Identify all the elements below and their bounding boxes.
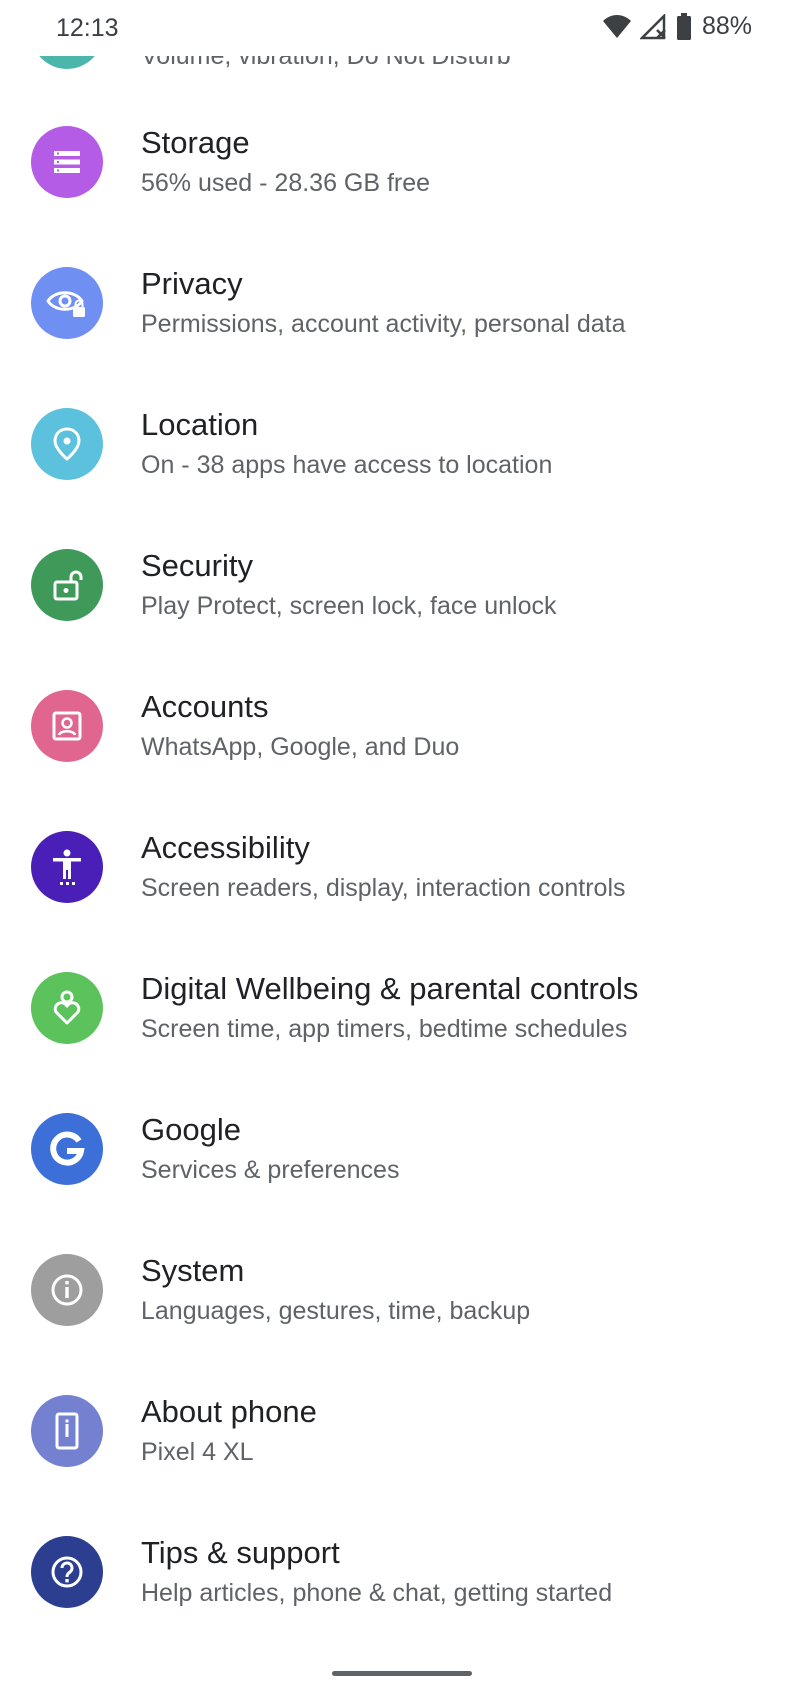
settings-item-subtitle: On - 38 apps have access to location [141, 451, 553, 479]
settings-item-subtitle: Languages, gestures, time, backup [141, 1297, 531, 1325]
settings-item-title: System [141, 1253, 245, 1288]
battery-percent: 88% [701, 12, 752, 40]
battery-icon [676, 12, 692, 41]
settings-item-subtitle: WhatsApp, Google, and Duo [141, 733, 460, 761]
settings-item-privacy[interactable]: Privacy Permissions, account activity, p… [0, 231, 800, 372]
status-time: 12:13 [56, 14, 119, 42]
account-box-icon [31, 690, 103, 762]
settings-item-tips-support[interactable]: Tips & support Help articles, phone & ch… [0, 1500, 800, 1641]
settings-item-title: Security [141, 548, 253, 583]
settings-item-google[interactable]: Google Services & preferences [0, 1077, 800, 1218]
settings-item-subtitle: Help articles, phone & chat, getting sta… [141, 1579, 613, 1607]
settings-item-subtitle: Screen readers, display, interaction con… [141, 874, 626, 902]
status-bar: 12:13 88% [0, 0, 800, 56]
gesture-nav-handle[interactable] [332, 1671, 472, 1676]
settings-item-title: Location [141, 407, 259, 442]
settings-item-about-phone[interactable]: About phone Pixel 4 XL [0, 1359, 800, 1500]
settings-item-accessibility[interactable]: Accessibility Screen readers, display, i… [0, 795, 800, 936]
phone-icon [31, 1395, 103, 1467]
settings-item-title: Privacy [141, 266, 243, 301]
wifi-icon [602, 14, 632, 40]
storage-icon [31, 126, 103, 198]
settings-item-title: Tips & support [141, 1535, 340, 1570]
accessibility-icon [31, 831, 103, 903]
settings-item-subtitle: Permissions, account activity, personal … [141, 310, 626, 338]
settings-item-location[interactable]: Location On - 38 apps have access to loc… [0, 372, 800, 513]
privacy-eye-icon [31, 267, 103, 339]
settings-item-subtitle: Play Protect, screen lock, face unlock [141, 592, 557, 620]
google-g-icon [31, 1113, 103, 1185]
settings-item-accounts[interactable]: Accounts WhatsApp, Google, and Duo [0, 654, 800, 795]
settings-item-digital-wellbeing[interactable]: Digital Wellbeing & parental controls Sc… [0, 936, 800, 1077]
status-icons: 88% [602, 12, 752, 41]
settings-item-subtitle: Screen time, app timers, bedtime schedul… [141, 1015, 628, 1043]
settings-item-subtitle: Pixel 4 XL [141, 1438, 254, 1466]
settings-item-title: Accessibility [141, 830, 310, 865]
settings-item-subtitle: 56% used - 28.36 GB free [141, 169, 431, 197]
location-pin-icon [31, 408, 103, 480]
settings-item-title: Accounts [141, 689, 269, 724]
unlock-icon [31, 549, 103, 621]
settings-item-subtitle: Services & preferences [141, 1156, 400, 1184]
cellular-no-signal-icon [639, 13, 668, 40]
settings-item-security[interactable]: Security Play Protect, screen lock, face… [0, 513, 800, 654]
settings-item-storage[interactable]: Storage 56% used - 28.36 GB free [0, 90, 800, 231]
settings-item-title: Digital Wellbeing & parental controls [141, 971, 639, 1006]
wellbeing-heart-icon [31, 972, 103, 1044]
settings-item-title: Google [141, 1112, 241, 1147]
settings-item-title: About phone [141, 1394, 317, 1429]
settings-item-system[interactable]: System Languages, gestures, time, backup [0, 1218, 800, 1359]
settings-item-title: Storage [141, 125, 250, 160]
help-icon [31, 1536, 103, 1608]
info-icon [31, 1254, 103, 1326]
